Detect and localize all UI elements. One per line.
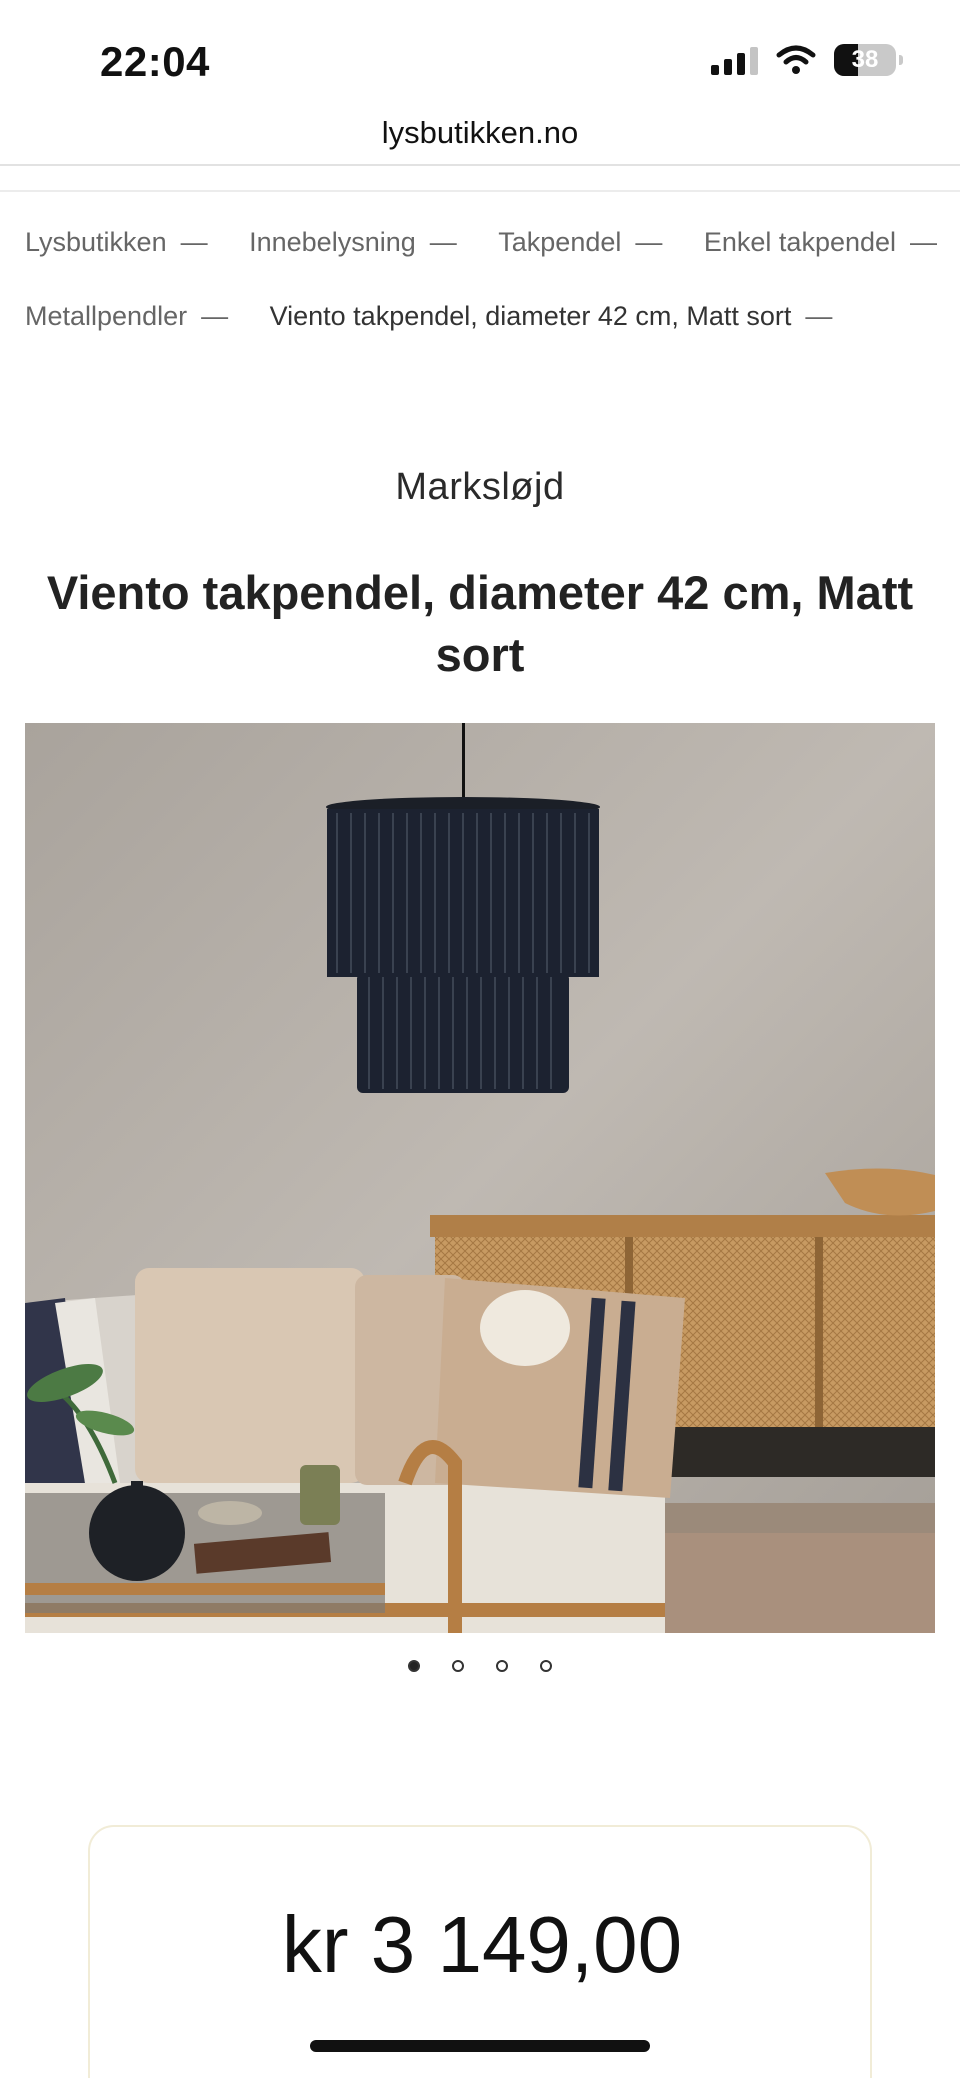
breadcrumb: Lysbutikken — Innebelysning — Takpendel — E… (25, 205, 955, 353)
home-indicator[interactable] (310, 2040, 650, 2052)
status-time: 22:04 (100, 38, 210, 85)
breadcrumb-separator: — (805, 301, 833, 331)
breadcrumb-separator: — (180, 227, 208, 257)
breadcrumb-item-lysbutikken: Lysbutikken — (25, 205, 228, 279)
breadcrumb-separator: — (429, 227, 457, 257)
product-title: Viento takpendel, diameter 42 cm, Matt s… (46, 566, 914, 681)
breadcrumb-current: Viento takpendel, diameter 42 cm, Matt s… (269, 301, 792, 331)
url-text: lysbutikken.no (381, 115, 579, 150)
battery-icon: 38 (834, 44, 903, 76)
carousel-dot[interactable] (452, 1660, 464, 1672)
breadcrumb-link[interactable]: Innebelysning (249, 227, 416, 257)
carousel-dot[interactable] (496, 1660, 508, 1672)
breadcrumb-link[interactable]: Enkel takpendel (704, 227, 896, 257)
address-bar[interactable]: lysbutikken.no (0, 110, 960, 166)
wifi-icon (776, 45, 816, 74)
breadcrumb-item-enkel-takpendel: Enkel takpendel — (704, 205, 937, 279)
product-image[interactable] (25, 723, 935, 1633)
status-bar: 22:04 38 (0, 0, 960, 110)
product-brand[interactable]: Marksløjd (0, 466, 960, 509)
breadcrumb-item-metallpendler: Metallpendler — (25, 279, 248, 353)
product-price: kr 3 149,00 (281, 1900, 683, 1989)
breadcrumb-item-innebelysning: Innebelysning — (249, 205, 477, 279)
battery-level: 38 (851, 46, 879, 73)
product-photo-illustration (25, 723, 935, 1633)
status-icons: 38 (711, 44, 903, 76)
carousel-dot[interactable] (408, 1660, 420, 1672)
breadcrumb-separator: — (910, 227, 938, 257)
breadcrumb-link[interactable]: Lysbutikken (25, 227, 167, 257)
signal-icon (711, 45, 758, 75)
breadcrumb-item-current: Viento takpendel, diameter 42 cm, Matt s… (270, 279, 853, 353)
carousel-dots (0, 1660, 960, 1672)
battery-cap (899, 55, 903, 65)
breadcrumb-link[interactable]: Metallpendler (25, 301, 187, 331)
breadcrumb-separator: — (201, 301, 229, 331)
header-divider (0, 190, 960, 192)
carousel-dot[interactable] (540, 1660, 552, 1672)
breadcrumb-item-takpendel: Takpendel — (498, 205, 682, 279)
breadcrumb-separator: — (635, 227, 663, 257)
breadcrumb-link[interactable]: Takpendel (498, 227, 621, 257)
